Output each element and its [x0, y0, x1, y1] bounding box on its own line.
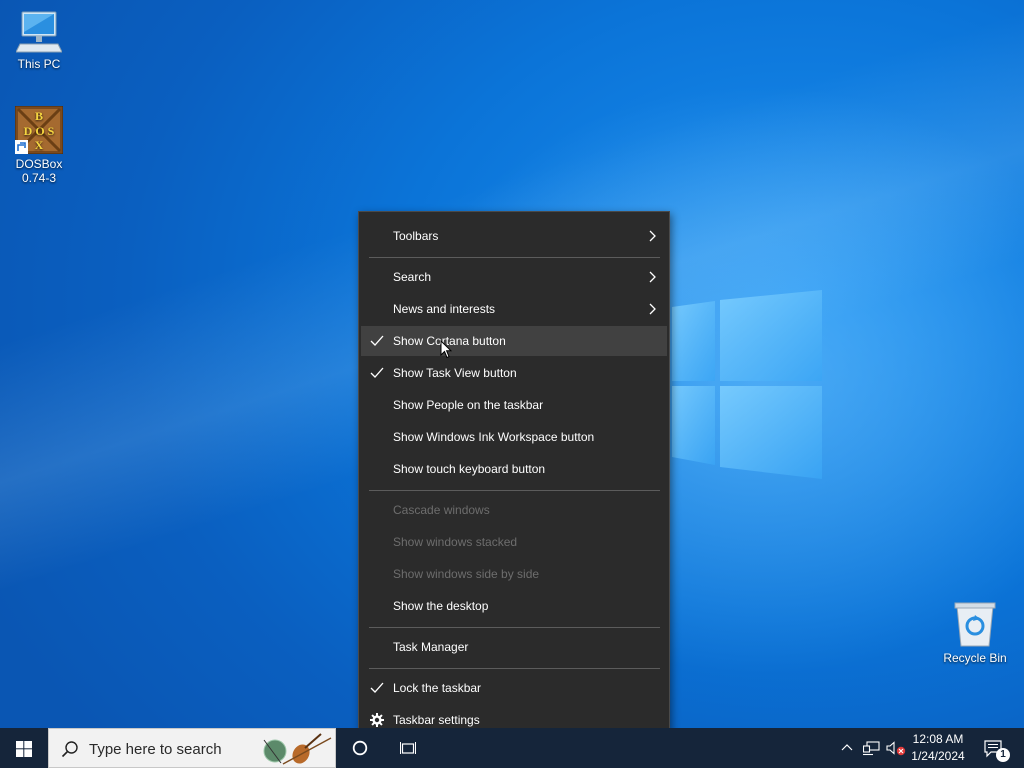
- notification-count-badge: 1: [996, 748, 1010, 762]
- menu-item-search[interactable]: Search: [361, 262, 667, 292]
- menu-item-label: Show windows side by side: [393, 567, 540, 581]
- menu-separator: [369, 668, 660, 669]
- menu-item-label: Cascade windows: [393, 503, 490, 517]
- menu-separator: [369, 257, 660, 258]
- volume-muted-icon: [886, 741, 906, 756]
- search-icon: [61, 741, 78, 758]
- menu-separator: [369, 490, 660, 491]
- menu-item-label: Show the desktop: [393, 599, 489, 613]
- clock-date: 1/24/2024: [911, 749, 965, 763]
- clock-time: 12:08 AM: [912, 732, 964, 746]
- volume-button[interactable]: [884, 728, 906, 768]
- menu-item-label: Show touch keyboard button: [393, 462, 546, 476]
- this-pc-label: This PC: [17, 57, 61, 71]
- menu-item-label: Show People on the taskbar: [393, 398, 544, 412]
- menu-item-label: Task Manager: [393, 640, 469, 654]
- svg-text:B: B: [35, 109, 43, 123]
- cortana-button[interactable]: [340, 728, 380, 768]
- network-icon: [863, 741, 880, 756]
- taskbar-clock[interactable]: 12:08 AM 1/24/2024: [906, 731, 970, 765]
- dosbox-label-line1: DOSBox: [15, 157, 63, 171]
- action-center-button[interactable]: 1: [976, 728, 1016, 768]
- menu-item-news-and-interests[interactable]: News and interests: [361, 294, 667, 324]
- checkmark-icon: [370, 335, 384, 346]
- desktop-icon-recycle-bin[interactable]: Recycle Bin: [937, 602, 1013, 665]
- menu-item-label: Taskbar settings: [393, 713, 480, 727]
- windows-start-icon: [16, 741, 32, 757]
- menu-separator: [369, 627, 660, 628]
- menu-item-show-people[interactable]: Show People on the taskbar: [361, 390, 667, 420]
- menu-item-label: Show windows stacked: [393, 535, 518, 549]
- menu-item-label: News and interests: [393, 302, 496, 316]
- menu-item-label: Show Windows Ink Workspace button: [393, 430, 595, 444]
- menu-item-label: Lock the taskbar: [393, 681, 482, 695]
- desktop-icon-this-pc[interactable]: This PC: [1, 10, 77, 71]
- taskbar-search-box[interactable]: Type here to search: [48, 728, 336, 768]
- network-button[interactable]: [860, 728, 882, 768]
- menu-item-cascade-windows: Cascade windows: [361, 495, 667, 525]
- menu-item-toolbars[interactable]: Toolbars: [361, 221, 667, 251]
- checkmark-icon: [370, 367, 384, 378]
- menu-item-show-ink-workspace[interactable]: Show Windows Ink Workspace button: [361, 422, 667, 452]
- menu-item-show-task-view-button[interactable]: Show Task View button: [361, 358, 667, 388]
- menu-item-label: Toolbars: [393, 229, 439, 243]
- menu-item-label: Show Task View button: [393, 366, 517, 380]
- dosbox-label-line2: 0.74-3: [21, 171, 57, 185]
- gear-icon: [370, 713, 384, 727]
- menu-item-task-manager[interactable]: Task Manager: [361, 632, 667, 662]
- svg-text:D O S: D O S: [24, 124, 55, 138]
- start-button[interactable]: [0, 728, 48, 768]
- chevron-right-icon: [649, 271, 656, 283]
- task-view-button[interactable]: [388, 728, 428, 768]
- chevron-right-icon: [649, 303, 656, 315]
- menu-item-show-cortana-button[interactable]: Show Cortana button: [361, 326, 667, 356]
- checkmark-icon: [370, 682, 384, 693]
- search-placeholder: Type here to search: [89, 741, 222, 758]
- svg-text:X: X: [35, 138, 44, 152]
- menu-item-lock-the-taskbar[interactable]: Lock the taskbar: [361, 673, 667, 703]
- menu-item-show-windows-side-by-side: Show windows side by side: [361, 559, 667, 589]
- menu-item-show-windows-stacked: Show windows stacked: [361, 527, 667, 557]
- recycle-bin-label: Recycle Bin: [943, 651, 1007, 665]
- cortana-icon: [352, 740, 368, 756]
- desktop-icon-dosbox[interactable]: B D O S X DOSBox 0.74-3: [1, 106, 77, 185]
- menu-item-label: Search: [393, 270, 432, 284]
- taskbar-context-menu: Toolbars Search News and interests Show …: [358, 211, 670, 745]
- mouse-cursor-icon: [440, 340, 452, 359]
- search-highlight-illustration: [263, 733, 332, 765]
- recycle-bin-icon: [954, 602, 996, 647]
- menu-item-show-the-desktop[interactable]: Show the desktop: [361, 591, 667, 621]
- computer-icon: [16, 11, 62, 53]
- chevron-up-icon: [841, 744, 853, 751]
- show-hidden-icons-button[interactable]: [838, 728, 856, 768]
- menu-item-show-touch-keyboard[interactable]: Show touch keyboard button: [361, 454, 667, 484]
- taskbar[interactable]: Type here to search 12:08 AM 1/24/2024 1: [0, 728, 1024, 768]
- chevron-right-icon: [649, 230, 656, 242]
- dosbox-icon: B D O S X: [15, 106, 63, 154]
- task-view-icon: [400, 742, 416, 754]
